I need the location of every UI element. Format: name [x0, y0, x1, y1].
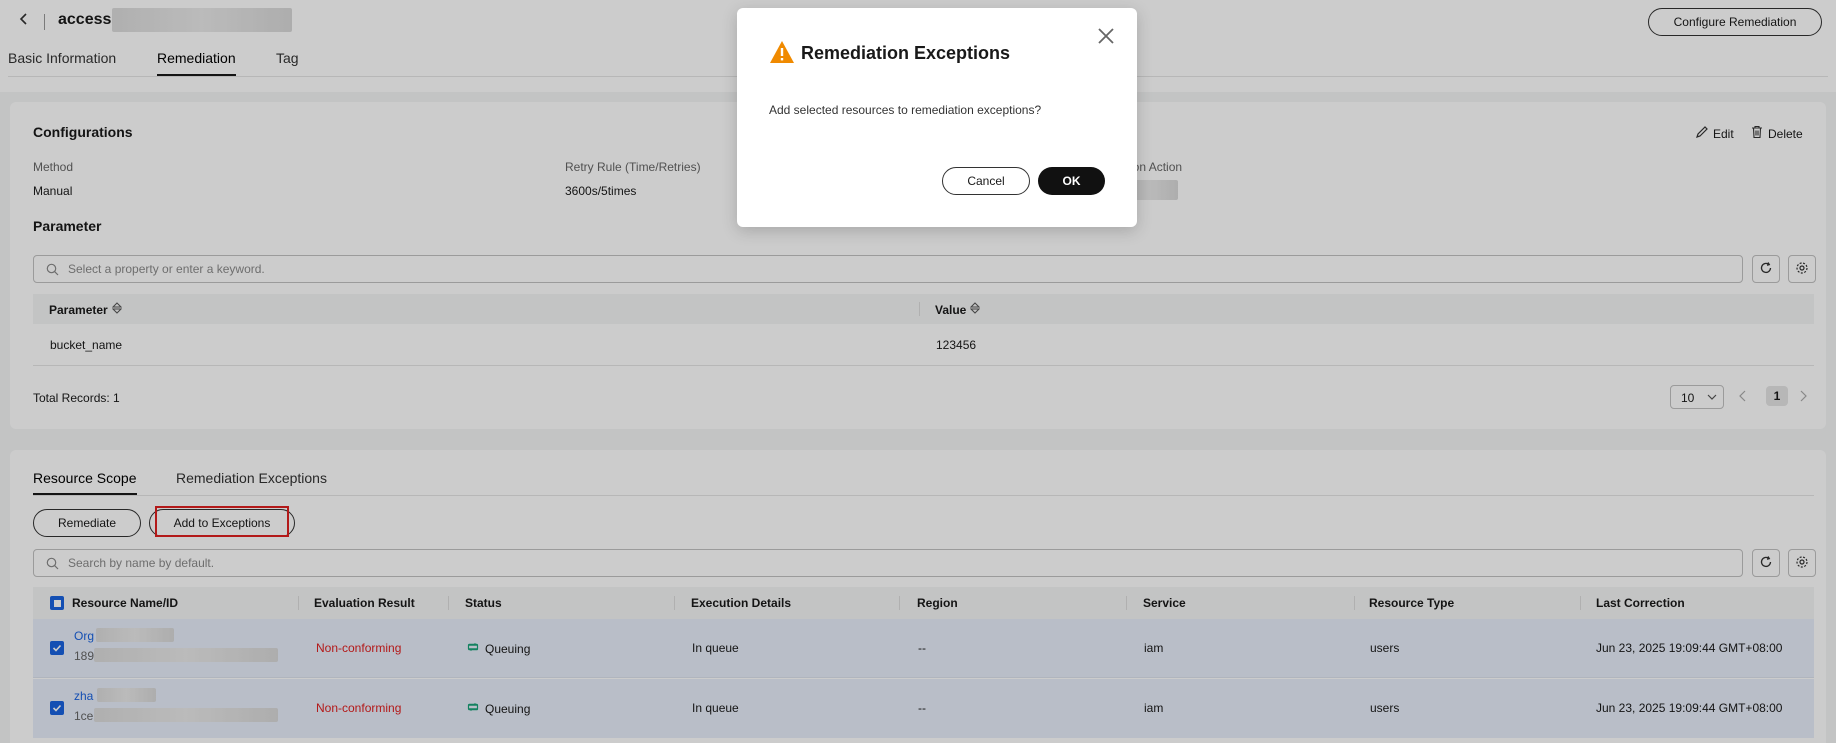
dialog-message: Add selected resources to remediation ex… [769, 103, 1042, 117]
dialog-title: Remediation Exceptions [801, 43, 1011, 63]
warning-icon [769, 40, 795, 67]
cancel-button[interactable]: Cancel [942, 167, 1030, 195]
ok-button[interactable]: OK [1038, 167, 1105, 195]
close-icon[interactable] [1096, 26, 1116, 49]
remediation-exceptions-dialog: Remediation Exceptions Add selected reso… [737, 8, 1137, 227]
